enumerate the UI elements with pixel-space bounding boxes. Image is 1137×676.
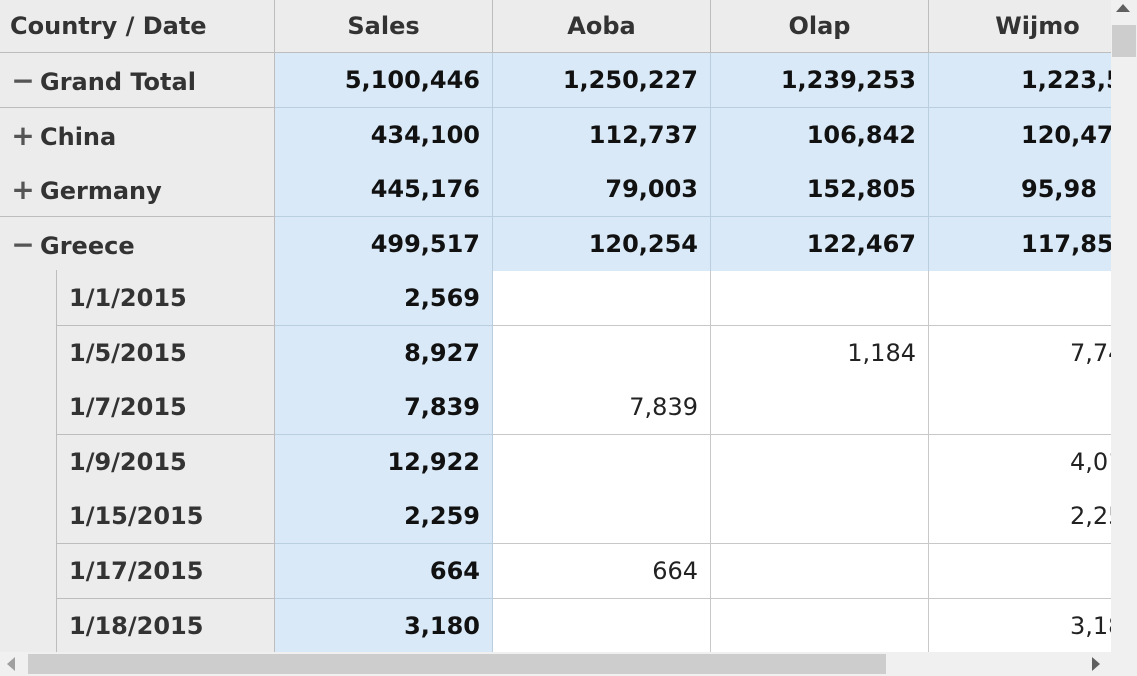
horizontal-scroll-thumb[interactable] <box>28 654 886 674</box>
sales-value-cell[interactable]: 7,839 <box>275 380 493 435</box>
row-group-greece[interactable]: − Greece <box>0 217 275 272</box>
expand-icon[interactable]: + <box>10 162 36 216</box>
group-value-cell[interactable]: 122,467 <box>711 217 929 272</box>
group-value-cell[interactable]: 1,223,58 <box>929 53 1111 108</box>
column-header-aoba[interactable]: Aoba <box>493 0 711 53</box>
collapse-icon[interactable]: − <box>10 53 36 107</box>
row-group-label: China <box>40 123 117 151</box>
sales-value-cell[interactable]: 12,922 <box>275 435 493 490</box>
scrollbar-corner <box>1111 652 1137 676</box>
data-value-cell[interactable] <box>493 599 711 652</box>
row-date-header[interactable]: 1/18/2015 <box>57 599 275 652</box>
row-group-label: Germany <box>40 177 162 205</box>
vertical-scrollbar[interactable] <box>1111 0 1137 652</box>
row-date-header[interactable]: 1/9/2015 <box>57 435 275 490</box>
data-value-cell[interactable] <box>711 380 929 435</box>
row-group-label: Greece <box>40 232 135 260</box>
scroll-left-arrow-icon[interactable] <box>7 657 15 671</box>
data-value-cell[interactable] <box>493 489 711 544</box>
row-header-title[interactable]: Country / Date <box>0 0 275 53</box>
pivot-grid[interactable]: Country / Date Sales Aoba Olap Wijmo − Gr… <box>0 0 1111 652</box>
group-value-cell[interactable]: 5,100,446 <box>275 53 493 108</box>
data-value-cell[interactable]: 664 <box>493 544 711 599</box>
scroll-up-arrow-icon[interactable] <box>1116 4 1130 12</box>
data-value-cell[interactable] <box>493 271 711 326</box>
data-value-cell[interactable] <box>711 435 929 490</box>
group-value-cell[interactable]: 120,254 <box>493 217 711 272</box>
column-header-wijmo[interactable]: Wijmo <box>929 0 1111 53</box>
sales-value-cell[interactable]: 3,180 <box>275 599 493 652</box>
column-header-sales[interactable]: Sales <box>275 0 493 53</box>
group-value-cell[interactable]: 95,98 <box>929 162 1111 217</box>
collapse-icon[interactable]: − <box>10 217 36 271</box>
group-value-cell[interactable]: 1,250,227 <box>493 53 711 108</box>
data-value-cell[interactable]: 7,74 <box>929 326 1111 381</box>
group-value-cell[interactable]: 152,805 <box>711 162 929 217</box>
group-value-cell[interactable]: 445,176 <box>275 162 493 217</box>
group-value-cell[interactable]: 79,003 <box>493 162 711 217</box>
group-value-cell[interactable]: 106,842 <box>711 108 929 163</box>
row-group-china[interactable]: + China <box>0 108 275 163</box>
group-value-cell[interactable]: 1,239,253 <box>711 53 929 108</box>
group-value-cell[interactable]: 120,47 <box>929 108 1111 163</box>
data-value-cell[interactable]: 1,184 <box>711 326 929 381</box>
sales-value-cell[interactable]: 2,259 <box>275 489 493 544</box>
data-value-cell[interactable] <box>493 326 711 381</box>
data-value-cell[interactable]: 4,01 <box>929 435 1111 490</box>
vertical-scroll-thumb[interactable] <box>1112 25 1136 57</box>
row-indent-band <box>0 270 57 652</box>
group-value-cell[interactable]: 112,737 <box>493 108 711 163</box>
scroll-right-arrow-icon[interactable] <box>1092 657 1100 671</box>
group-value-cell[interactable]: 117,85 <box>929 217 1111 272</box>
data-value-cell[interactable] <box>929 544 1111 599</box>
row-date-header[interactable]: 1/17/2015 <box>57 544 275 599</box>
sales-value-cell[interactable]: 664 <box>275 544 493 599</box>
expand-icon[interactable]: + <box>10 108 36 162</box>
row-date-header[interactable]: 1/15/2015 <box>57 489 275 544</box>
data-value-cell[interactable] <box>493 435 711 490</box>
data-value-cell[interactable] <box>711 599 929 652</box>
data-value-cell[interactable]: 2,25 <box>929 489 1111 544</box>
data-value-cell[interactable] <box>929 380 1111 435</box>
row-date-header[interactable]: 1/7/2015 <box>57 380 275 435</box>
data-value-cell[interactable]: 7,839 <box>493 380 711 435</box>
sales-value-cell[interactable]: 8,927 <box>275 326 493 381</box>
sales-value-cell[interactable]: 2,569 <box>275 271 493 326</box>
data-value-cell[interactable] <box>929 271 1111 326</box>
group-value-cell[interactable]: 434,100 <box>275 108 493 163</box>
data-value-cell[interactable] <box>711 489 929 544</box>
data-value-cell[interactable] <box>711 544 929 599</box>
row-date-header[interactable]: 1/5/2015 <box>57 326 275 381</box>
row-date-header[interactable]: 1/1/2015 <box>57 271 275 326</box>
row-group-label: Grand Total <box>40 68 196 96</box>
row-group-grand-total[interactable]: − Grand Total <box>0 53 275 108</box>
group-value-cell[interactable]: 499,517 <box>275 217 493 272</box>
data-value-cell[interactable] <box>711 271 929 326</box>
column-header-olap[interactable]: Olap <box>711 0 929 53</box>
row-group-germany[interactable]: + Germany <box>0 162 275 217</box>
data-value-cell[interactable]: 3,18 <box>929 599 1111 652</box>
